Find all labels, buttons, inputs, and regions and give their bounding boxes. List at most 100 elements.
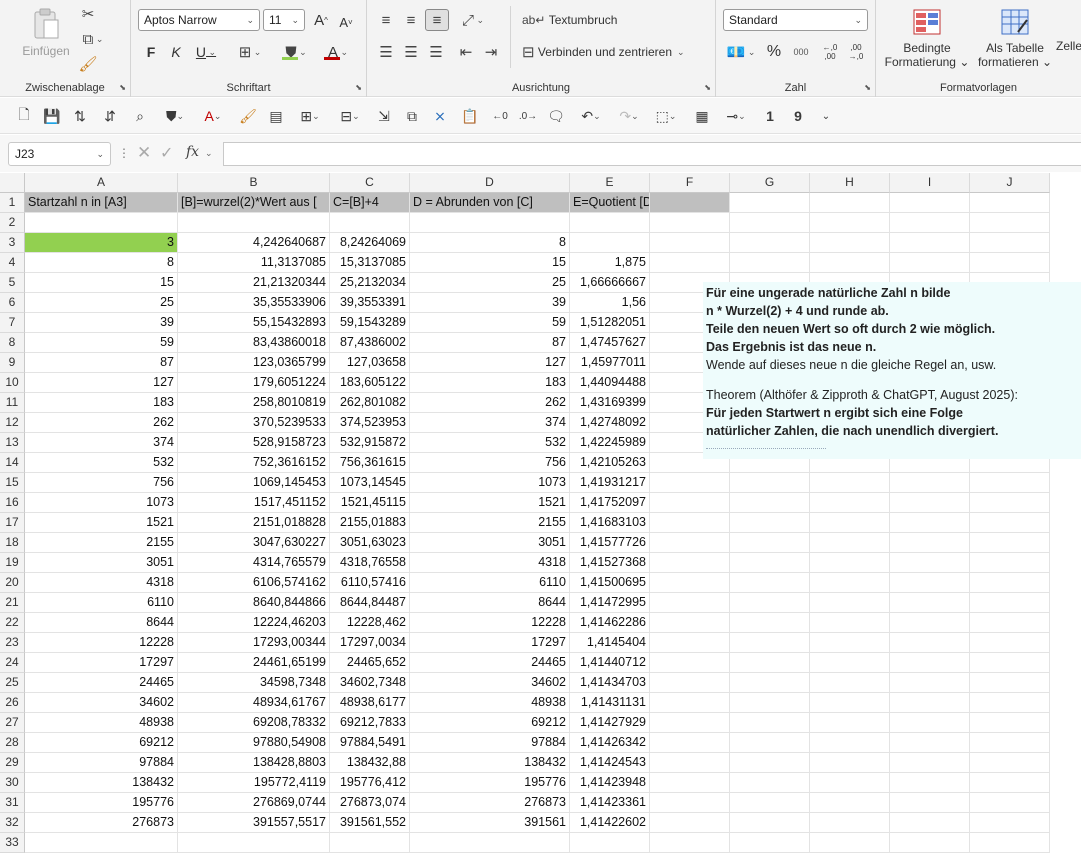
cell[interactable]: [730, 773, 810, 793]
header-cell[interactable]: Startzahl n in [A3]: [25, 193, 178, 213]
cell[interactable]: [730, 493, 810, 513]
cell[interactable]: [890, 733, 970, 753]
cell[interactable]: 1,41426342: [570, 733, 650, 753]
cell[interactable]: [810, 833, 890, 853]
cell[interactable]: 6110: [25, 593, 178, 613]
cell[interactable]: [970, 833, 1050, 853]
cell[interactable]: 1,41422602: [570, 813, 650, 833]
row-header[interactable]: 30: [0, 773, 25, 793]
row-header[interactable]: 4: [0, 253, 25, 273]
cell[interactable]: 35,35533906: [178, 293, 330, 313]
text-box[interactable]: Für eine ungerade natürliche Zahl n bild…: [703, 282, 1081, 459]
cell[interactable]: [650, 813, 730, 833]
cell[interactable]: [650, 653, 730, 673]
cell[interactable]: [730, 833, 810, 853]
cell[interactable]: [890, 633, 970, 653]
cell[interactable]: [890, 193, 970, 213]
cell[interactable]: [730, 793, 810, 813]
cell[interactable]: 1,41500695: [570, 573, 650, 593]
cell[interactable]: 258,8010819: [178, 393, 330, 413]
cell[interactable]: [730, 713, 810, 733]
insert-function-button[interactable]: fx: [186, 144, 199, 160]
cell[interactable]: [730, 753, 810, 773]
cell[interactable]: [730, 693, 810, 713]
cell[interactable]: [810, 653, 890, 673]
cell[interactable]: [730, 233, 810, 253]
row-header[interactable]: 10: [0, 373, 25, 393]
cell[interactable]: 1,41527368: [570, 553, 650, 573]
cell[interactable]: 138432: [410, 753, 570, 773]
cell[interactable]: [890, 773, 970, 793]
cell[interactable]: [810, 573, 890, 593]
cell[interactable]: 138432,88: [330, 753, 410, 773]
cell[interactable]: [330, 213, 410, 233]
cell[interactable]: [650, 673, 730, 693]
cell[interactable]: [650, 753, 730, 773]
cell[interactable]: 59,1543289: [330, 313, 410, 333]
cell[interactable]: 48934,61767: [178, 693, 330, 713]
cell[interactable]: [890, 473, 970, 493]
cell[interactable]: 532,915872: [330, 433, 410, 453]
cell[interactable]: 1,41423948: [570, 773, 650, 793]
cell[interactable]: 532: [410, 433, 570, 453]
cell[interactable]: [730, 673, 810, 693]
row-header[interactable]: 2: [0, 213, 25, 233]
cell[interactable]: [890, 793, 970, 813]
cell[interactable]: [810, 533, 890, 553]
row-header[interactable]: 22: [0, 613, 25, 633]
cell[interactable]: 97884,5491: [330, 733, 410, 753]
cell[interactable]: 24465,652: [330, 653, 410, 673]
cell[interactable]: 17297,0034: [330, 633, 410, 653]
cell[interactable]: 24461,65199: [178, 653, 330, 673]
increase-indent-icon[interactable]: ⇥: [480, 42, 502, 62]
copy-format-icon[interactable]: ⧉: [400, 105, 424, 127]
row-header[interactable]: 16: [0, 493, 25, 513]
cell[interactable]: [730, 733, 810, 753]
cell[interactable]: 8640,844866: [178, 593, 330, 613]
cell[interactable]: [730, 653, 810, 673]
cell[interactable]: 1,44094488: [570, 373, 650, 393]
cell[interactable]: 756,361615: [330, 453, 410, 473]
cell[interactable]: [650, 613, 730, 633]
enter-icon[interactable]: ✓: [160, 143, 173, 163]
cell[interactable]: 1073: [410, 473, 570, 493]
cell[interactable]: [970, 253, 1050, 273]
column-header-c[interactable]: C: [330, 173, 410, 193]
cell[interactable]: 8: [410, 233, 570, 253]
cell[interactable]: [650, 473, 730, 493]
column-header-i[interactable]: I: [890, 173, 970, 193]
cell[interactable]: [970, 593, 1050, 613]
cell[interactable]: [25, 213, 178, 233]
percent-button[interactable]: %: [764, 42, 784, 62]
cell[interactable]: [730, 573, 810, 593]
cell[interactable]: 1,43169399: [570, 393, 650, 413]
cell[interactable]: 262: [410, 393, 570, 413]
header-cell[interactable]: E=Quotient [D]/[D-1]: [570, 193, 650, 213]
cell[interactable]: [890, 753, 970, 773]
cell[interactable]: 1,42245989: [570, 433, 650, 453]
cell[interactable]: 17297: [25, 653, 178, 673]
cell[interactable]: 25: [25, 293, 178, 313]
cell[interactable]: 17297: [410, 633, 570, 653]
cell[interactable]: 391557,5517: [178, 813, 330, 833]
cell[interactable]: [890, 513, 970, 533]
cell[interactable]: 374,523953: [330, 413, 410, 433]
cell[interactable]: [650, 713, 730, 733]
cell[interactable]: [810, 713, 890, 733]
cell[interactable]: 3051: [25, 553, 178, 573]
cell[interactable]: [970, 473, 1050, 493]
row-header[interactable]: 14: [0, 453, 25, 473]
cell[interactable]: 34602,7348: [330, 673, 410, 693]
cell[interactable]: 69212,7833: [330, 713, 410, 733]
number-nine-button[interactable]: 9: [786, 105, 810, 127]
cell[interactable]: 1517,451152: [178, 493, 330, 513]
screenshot-icon[interactable]: ⬚ ⌄: [650, 105, 682, 127]
cell[interactable]: 4318: [410, 553, 570, 573]
header-cell[interactable]: [B]=wurzel(2)*Wert aus [: [178, 193, 330, 213]
cell[interactable]: [970, 773, 1050, 793]
italic-button[interactable]: K: [166, 42, 186, 62]
cell[interactable]: 183: [410, 373, 570, 393]
cell[interactable]: 3051,63023: [330, 533, 410, 553]
cell[interactable]: 195776: [25, 793, 178, 813]
sort-descending-icon[interactable]: ⇵: [98, 105, 122, 127]
